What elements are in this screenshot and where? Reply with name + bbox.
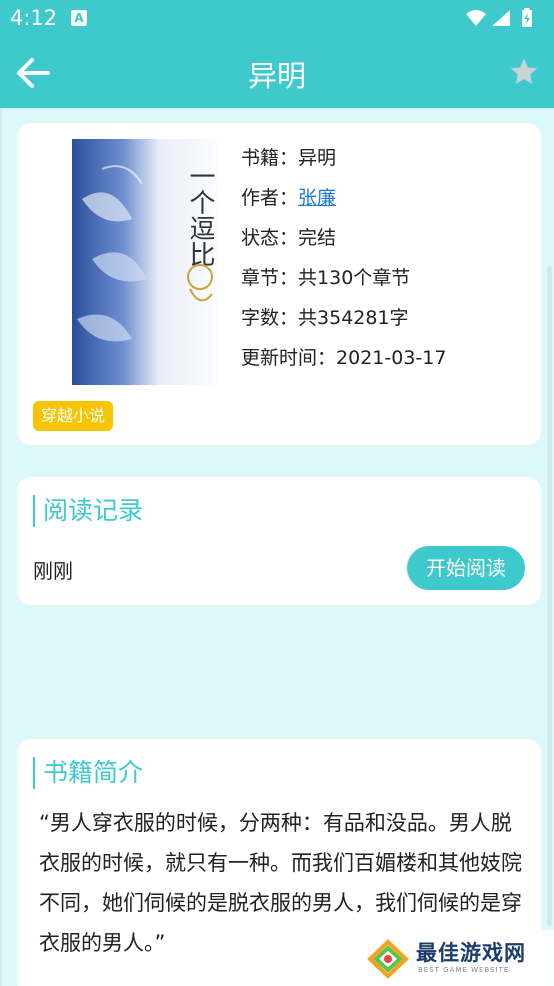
words-row: 字数：共354281字 [241, 307, 409, 329]
chapter-count: 共130个章节 [298, 267, 411, 289]
status-bar: 4:12 A [0, 0, 554, 36]
start-reading-button[interactable]: 开始阅读 [407, 546, 525, 590]
watermark-logo: 最佳游戏网 BEST GAME WEBSITE [356, 930, 554, 986]
wifi-icon [466, 10, 486, 26]
update-date: 2021-03-17 [336, 347, 447, 369]
intro-title: 书籍简介 [33, 757, 143, 789]
reading-record-card: 阅读记录 刚刚 开始阅读 [17, 477, 541, 605]
chapters-row: 章节：共130个章节 [241, 267, 411, 289]
book-status: 完结 [298, 227, 337, 249]
genre-tag[interactable]: 穿越小说 [33, 401, 114, 431]
updated-row: 更新时间：2021-03-17 [241, 347, 447, 369]
book-info-card: 一个逗比 书籍：异明 作者：张廉 状态：完结 章节：共130个章节 字数：共35… [17, 123, 541, 445]
main-content[interactable]: 一个逗比 书籍：异明 作者：张廉 状态：完结 章节：共130个章节 字数：共35… [0, 108, 554, 986]
book-name-row: 书籍：异明 [241, 147, 337, 169]
status-row: 状态：完结 [241, 227, 337, 249]
book-name: 异明 [298, 147, 337, 169]
author-row: 作者：张廉 [241, 187, 337, 209]
author-link[interactable]: 张廉 [298, 187, 336, 209]
watermark-subtitle: BEST GAME WEBSITE [418, 966, 510, 974]
system-status-icons [466, 8, 532, 27]
page-title: 异明 [247, 59, 306, 93]
app-bar: 异明 [0, 36, 554, 108]
scrollbar[interactable] [547, 266, 552, 926]
word-count: 共354281字 [298, 307, 409, 329]
cover-title: 一个逗比 [185, 163, 215, 267]
notification-icon: A [71, 10, 87, 26]
signal-icon [492, 10, 510, 26]
reading-record-title: 阅读记录 [33, 495, 143, 527]
last-read-time: 刚刚 [33, 559, 73, 583]
gamepad-logo-icon [367, 939, 409, 979]
status-time: 4:12 [10, 6, 58, 30]
star-icon[interactable] [508, 56, 540, 88]
watermark-title: 最佳游戏网 [416, 941, 526, 965]
book-cover-image[interactable]: 一个逗比 [72, 139, 217, 385]
